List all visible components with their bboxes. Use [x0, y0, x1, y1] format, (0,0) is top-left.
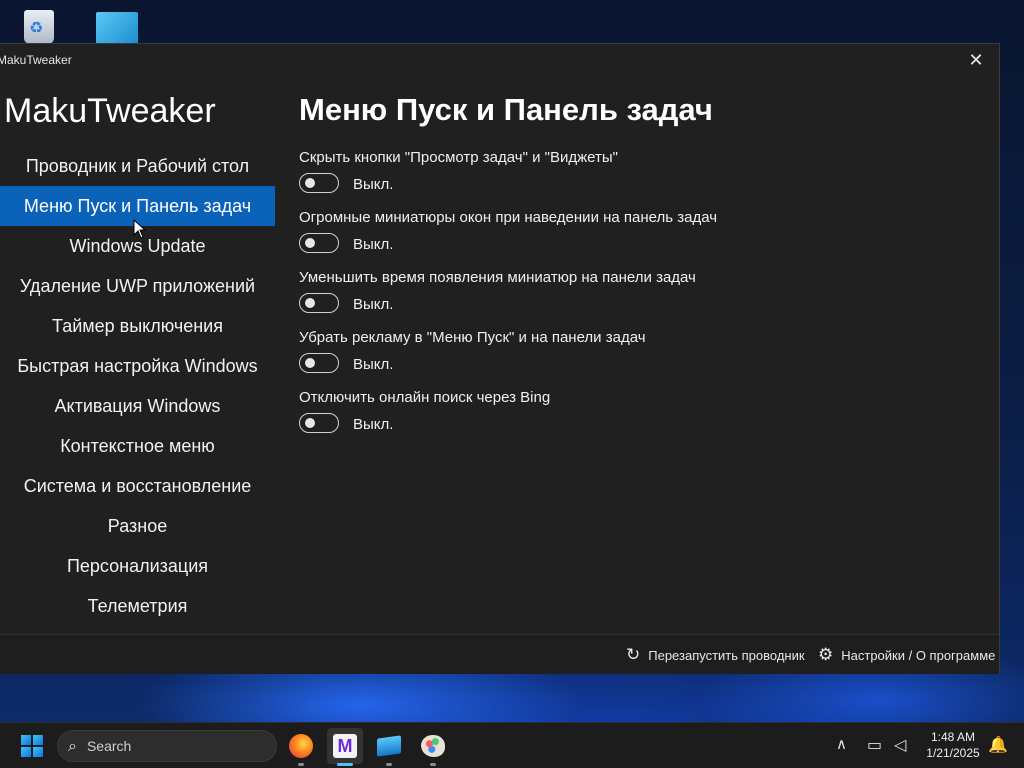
- sidebar-item-uwp-removal[interactable]: Удаление UWP приложений: [0, 266, 275, 306]
- sidebar-item-context-menu[interactable]: Контекстное меню: [0, 426, 275, 466]
- toggle-state-label: Выкл.: [353, 416, 394, 433]
- sidebar-item-label: Телеметрия: [87, 595, 188, 616]
- taskbar-paint[interactable]: [415, 728, 451, 766]
- sidebar-item-label: Таймер выключения: [52, 315, 223, 336]
- clock-time: 1:48 AM: [930, 730, 976, 744]
- setting-row: Огромные миниатюры окон при наведении на…: [299, 209, 979, 269]
- search-placeholder: Search: [86, 738, 132, 754]
- app-window: MakuTweaker ✕ MakuTweaker Проводник и Ра…: [0, 43, 1000, 674]
- start-button[interactable]: [21, 735, 43, 757]
- toggle-knob: [305, 178, 315, 188]
- sidebar-item-system-recovery[interactable]: Система и восстановление: [0, 466, 275, 506]
- sidebar-item-activation[interactable]: Активация Windows: [0, 386, 275, 426]
- sidebar-item-shutdown-timer[interactable]: Таймер выключения: [0, 306, 275, 346]
- sidebar-item-misc[interactable]: Разное: [0, 506, 275, 546]
- toggle-switch[interactable]: [299, 353, 339, 373]
- toggle-switch[interactable]: [299, 233, 339, 253]
- sidebar-item-label: Активация Windows: [54, 395, 221, 416]
- sidebar-item-label: Быстрая настройка Windows: [17, 355, 258, 376]
- setting-row: Убрать рекламу в "Меню Пуск" и на панели…: [299, 329, 979, 389]
- toggle-knob: [305, 358, 315, 368]
- desktop-shortcut-icon[interactable]: [96, 8, 138, 44]
- toggle-state-label: Выкл.: [353, 176, 394, 193]
- setting-label: Отключить онлайн поиск через Bing: [299, 389, 551, 406]
- sidebar-item-personalization[interactable]: Персонализация: [0, 546, 275, 586]
- settings-list: Скрыть кнопки "Просмотр задач" и "Виджет…: [299, 149, 979, 449]
- window-title: MakuTweaker: [0, 53, 72, 67]
- sidebar-item-label: Разное: [107, 515, 168, 536]
- taskbar-sandbox[interactable]: [371, 728, 407, 766]
- search-icon: ⌕: [68, 736, 77, 755]
- notification-bell-icon[interactable]: 🔔: [988, 735, 1008, 754]
- toggle-state-label: Выкл.: [353, 356, 394, 373]
- taskbar-firefox[interactable]: [283, 728, 319, 766]
- toggle-knob: [305, 298, 315, 308]
- taskbar-makutweaker[interactable]: M: [327, 728, 363, 766]
- sidebar-item-label: Проводник и Рабочий стол: [25, 155, 250, 176]
- close-button[interactable]: ✕: [953, 44, 999, 76]
- toggle-knob: [305, 238, 315, 248]
- toggle-state-label: Выкл.: [353, 236, 394, 253]
- sidebar-item-telemetry[interactable]: Телеметрия: [0, 586, 275, 626]
- toggle-state-label: Выкл.: [353, 296, 394, 313]
- sidebar-item-label: Меню Пуск и Панель задач: [23, 195, 252, 216]
- sidebar-item-label: Контекстное меню: [60, 435, 215, 456]
- sidebar-nav: Проводник и Рабочий стол Меню Пуск и Пан…: [0, 146, 275, 626]
- setting-row: Отключить онлайн поиск через Bing Выкл.: [299, 389, 979, 449]
- recycle-bin-icon[interactable]: ♻: [18, 8, 60, 44]
- firefox-icon: [289, 734, 313, 758]
- taskbar-search[interactable]: ⌕ Search: [57, 730, 277, 762]
- network-icon[interactable]: ▭: [867, 735, 882, 754]
- sidebar-item-explorer-desktop[interactable]: Проводник и Рабочий стол: [0, 146, 275, 186]
- mouse-cursor-icon: [133, 219, 147, 239]
- taskbar: ⌕ Search M ∧ ▭ ◁ 1:48 AM 1/21/2025 🔔: [0, 722, 1024, 768]
- chevron-up-icon[interactable]: ∧: [836, 735, 847, 753]
- volume-muted-icon[interactable]: ◁: [894, 735, 906, 754]
- toggle-knob: [305, 418, 315, 428]
- footer-bar: ↻ Перезапустить проводник ⚙ Настройки / …: [0, 634, 999, 674]
- setting-label: Скрыть кнопки "Просмотр задач" и "Виджет…: [299, 149, 618, 166]
- toggle-switch[interactable]: [299, 413, 339, 433]
- restart-explorer-button[interactable]: ↻ Перезапустить проводник: [626, 635, 805, 675]
- settings-about-button[interactable]: ⚙ Настройки / О программе: [818, 635, 995, 675]
- sidebar-item-label: Система и восстановление: [23, 475, 252, 496]
- close-icon: ✕: [968, 49, 984, 71]
- setting-label: Уменьшить время появления миниатюр на па…: [299, 269, 696, 286]
- setting-label: Огромные миниатюры окон при наведении на…: [299, 209, 718, 226]
- gear-icon: ⚙: [818, 645, 834, 665]
- clock-date: 1/21/2025: [926, 746, 980, 760]
- sidebar-item-label: Удаление UWP приложений: [19, 275, 256, 296]
- refresh-icon: ↻: [626, 645, 641, 665]
- settings-about-label: Настройки / О программе: [841, 647, 996, 663]
- taskbar-clock[interactable]: 1:48 AM 1/21/2025: [922, 729, 984, 761]
- app-title: MakuTweaker: [4, 92, 216, 130]
- sidebar-item-label: Персонализация: [66, 555, 209, 576]
- title-bar[interactable]: MakuTweaker ✕: [0, 44, 999, 76]
- page-title: Меню Пуск и Панель задач: [299, 92, 713, 127]
- restart-explorer-label: Перезапустить проводник: [648, 647, 805, 663]
- paint-palette-icon: [421, 735, 445, 757]
- makutweaker-icon: M: [333, 734, 357, 758]
- sidebar-item-quick-setup[interactable]: Быстрая настройка Windows: [0, 346, 275, 386]
- toggle-switch[interactable]: [299, 293, 339, 313]
- setting-row: Скрыть кнопки "Просмотр задач" и "Виджет…: [299, 149, 979, 209]
- setting-label: Убрать рекламу в "Меню Пуск" и на панели…: [299, 329, 646, 346]
- setting-row: Уменьшить время появления миниатюр на па…: [299, 269, 979, 329]
- toggle-switch[interactable]: [299, 173, 339, 193]
- windows-logo-icon: [21, 735, 31, 745]
- sandbox-icon: [377, 735, 401, 757]
